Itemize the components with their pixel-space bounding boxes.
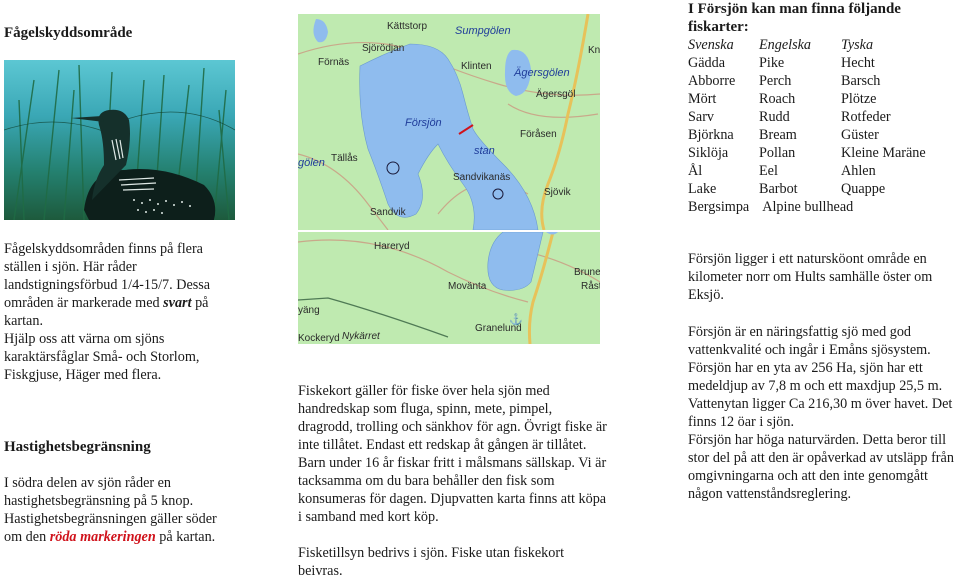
fishing-supervision-text: Fisketillsyn bedrivs i sjön. Fiske utan … xyxy=(298,545,565,579)
fish-species-table: Svenska Engelska Tyska Gädda Pike Hecht Ab… xyxy=(688,36,926,216)
table-row: Abborre Perch Barsch xyxy=(688,72,926,90)
lake-location-text: Försjön ligger i ett natursköont område … xyxy=(688,251,933,303)
cell: Ål xyxy=(688,163,703,179)
map-label: Förnäs xyxy=(318,57,350,68)
red-marker-phrase: röda markeringen xyxy=(49,529,156,545)
map-label: Hareryd xyxy=(374,241,410,252)
map-label: Tällås xyxy=(331,153,358,164)
cell: Pollan xyxy=(759,145,796,161)
loon-photo xyxy=(4,60,235,220)
map-label: Försjön xyxy=(405,117,442,129)
lake-map-north: Kättstorp Sumpgölen Sjörödjan Förnäs Kli… xyxy=(298,14,600,230)
table-row: Siklöja Pollan Kleine Maräne xyxy=(688,144,926,162)
black-marker-word: svart xyxy=(163,295,192,311)
table-row: Mört Roach Plötze xyxy=(688,90,926,108)
cell: Barbot xyxy=(759,181,798,197)
map-label: Movänta xyxy=(448,281,487,292)
fish-species-title: I Försjön kan man finna följande fiskart… xyxy=(688,1,901,35)
bird-protection-title: Fågelskyddsområde xyxy=(4,25,133,41)
column-header-english: Engelska xyxy=(759,37,812,53)
map-label: Ägersgöl xyxy=(536,89,576,100)
loon-illustration xyxy=(4,64,235,220)
lake-map-south: Hareryd Movänta Brunet Råst yäng Granelu… xyxy=(298,232,600,344)
table-header-row: Svenska Engelska Tyska xyxy=(688,36,926,54)
map-label: Sjörödjan xyxy=(362,43,405,54)
cell: Hecht xyxy=(841,55,875,71)
cell: Lake xyxy=(688,181,717,197)
cell: Quappe xyxy=(841,181,886,197)
bird-protection-text: Fågelskyddsområden finns på flera ställe… xyxy=(4,240,236,384)
map-label: stan xyxy=(474,145,495,157)
map-label: Sandvikanäs xyxy=(453,172,511,183)
map-label: Kockeryd xyxy=(298,333,340,344)
speed-limit-title: Hastighetsbegränsning xyxy=(4,439,151,455)
cell: Sarv xyxy=(688,109,715,125)
table-row: Björkna Bream Güster xyxy=(688,126,926,144)
map-label: Kättstorp xyxy=(387,21,428,32)
boat-launch-icon: ⚓ xyxy=(509,314,523,326)
bird-protection-appeal: Hjälp oss att värna om sjöns karaktärsfå… xyxy=(4,331,200,383)
cell: Rotfeder xyxy=(841,109,891,125)
lake-facts-text: Försjön är en näringsfattig sjö med god … xyxy=(688,323,959,503)
cell: Roach xyxy=(759,91,796,107)
cell: Abborre xyxy=(688,73,736,89)
table-row: Gädda Pike Hecht xyxy=(688,54,926,72)
lake-nature-paragraph: Försjön har höga naturvärden. Detta bero… xyxy=(688,432,954,502)
column-header-swedish: Svenska xyxy=(688,37,734,53)
map-label: Klinten xyxy=(461,61,492,72)
cell: Björkna xyxy=(688,127,734,143)
column-header-german: Tyska xyxy=(841,37,874,53)
table-row: Sarv Rudd Rotfeder xyxy=(688,108,926,126)
cell: Gädda xyxy=(688,55,726,71)
map-label: Sumpgölen xyxy=(455,25,511,37)
cell: Eel xyxy=(759,163,778,179)
cell: Bergsimpa xyxy=(688,199,750,215)
cell: Plötze xyxy=(841,91,877,107)
cell: Perch xyxy=(759,73,792,89)
map-label: Föråsen xyxy=(520,129,557,140)
cell: Barsch xyxy=(841,73,881,89)
cell: Pike xyxy=(759,55,785,71)
map-label: Sjövik xyxy=(544,187,571,198)
table-row: Lake Barbot Quappe xyxy=(688,180,926,198)
cell: Rudd xyxy=(759,109,790,125)
map-label: Nykärret xyxy=(342,331,380,342)
cell: Bream xyxy=(759,127,797,143)
cell: Kleine Maräne xyxy=(841,145,926,161)
map-label: gölen xyxy=(298,157,325,169)
cell: Siklöja xyxy=(688,145,729,161)
table-row: Ål Eel Ahlen xyxy=(688,162,926,180)
table-row: Bergsimpa Alpine bullhead xyxy=(688,198,926,216)
cell: Güster xyxy=(841,127,879,143)
speed-limit-text: I södra delen av sjön råder en hastighet… xyxy=(4,474,236,546)
lake-facts-paragraph: Försjön är en näringsfattig sjö med god … xyxy=(688,324,953,430)
map-label: yäng xyxy=(298,305,320,316)
cell: Ahlen xyxy=(841,163,876,179)
map-label: Kn xyxy=(588,45,600,56)
map-label: Råst xyxy=(581,281,600,292)
map-label: Sandvik xyxy=(370,207,406,218)
map-label: Ägersgölen xyxy=(514,67,570,79)
cell: Alpine bullhead xyxy=(762,199,854,215)
cell: Mört xyxy=(688,91,717,107)
fishing-license-text: Fiskekort gäller för fiske över hela sjö… xyxy=(298,383,607,525)
speed-limit-suffix: på kartan. xyxy=(155,529,216,545)
